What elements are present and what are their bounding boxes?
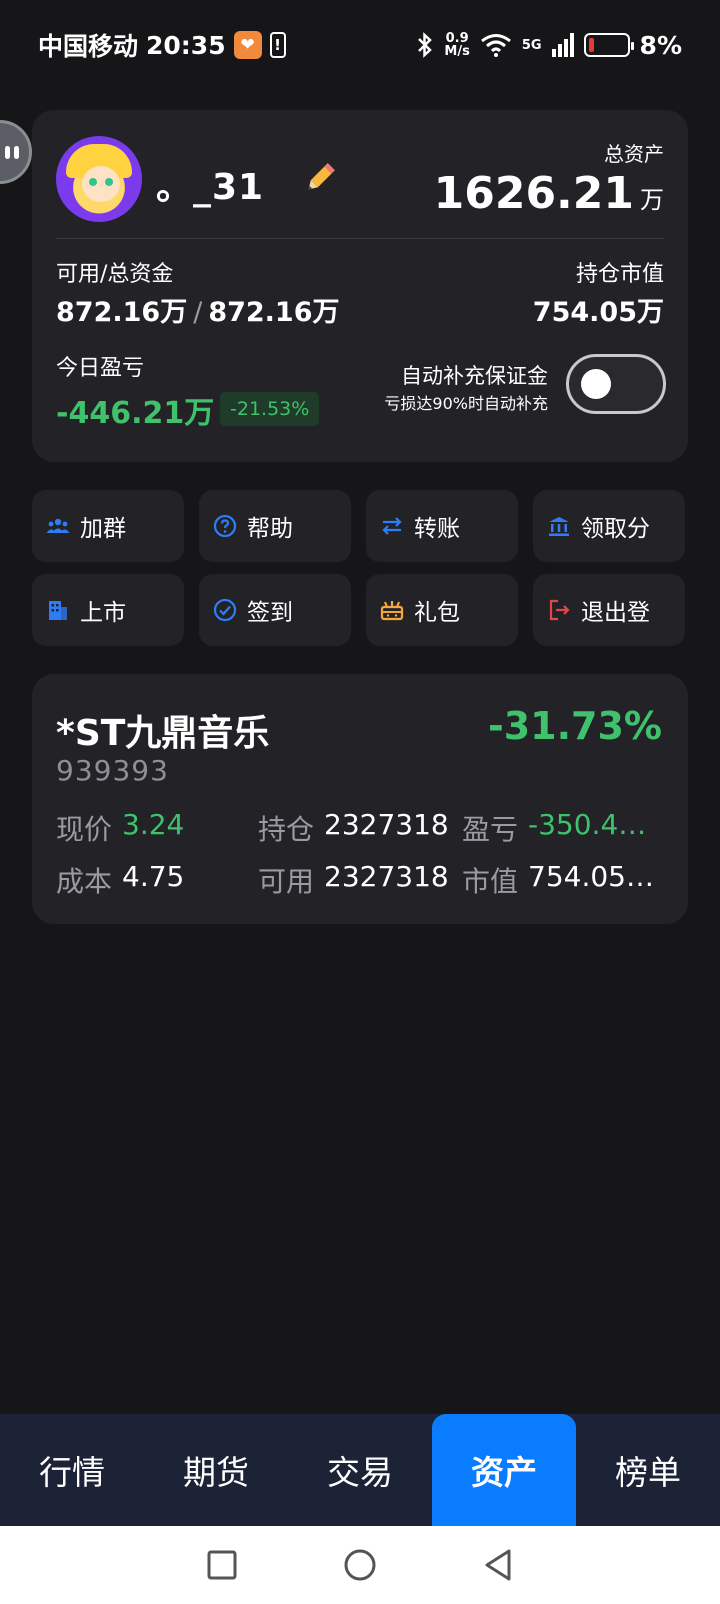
battery-percent: 8% [639,30,682,60]
holding-card[interactable]: *ST九鼎音乐 -31.73% 939393 现价 3.24 成本 4.75 持… [32,674,688,924]
go-public-label: 上市 [80,600,126,626]
available-field: 可用 2327318 [258,860,449,900]
total-assets-number: 1626.21 [433,168,634,219]
go-public-button[interactable]: 上市 [32,574,184,646]
claim-points-button[interactable]: 领取分 [533,490,685,562]
account-summary-card: 。_31 总资产 1626.21 万 可用/总资金 872.16万/872.16万… [32,110,688,462]
join-group-label: 加群 [80,516,126,542]
price-field: 现价 3.24 [56,808,184,848]
network-type: 5G [521,37,542,53]
status-right: 0.9 M/s 5G 8% [416,31,682,60]
heart-app-icon: ❤ [233,31,262,59]
tab-futures[interactable]: 期货 [144,1414,288,1526]
tab-leaderboard[interactable]: 榜单 [576,1414,720,1526]
divider [56,238,664,239]
net-speed-unit: M/s [444,44,470,59]
today-pnl-percent-badge: -21.53% [220,392,320,426]
cost-value: 4.75 [122,860,185,893]
signal-icon [551,33,574,57]
gift-pack-button[interactable]: 礼包 [366,574,518,646]
position-value-label: 持仓市值 [575,262,664,287]
pnl-value: -350.4… [528,808,647,841]
available-funds-label: 可用/总资金 [56,262,174,287]
pnl-field: 盈亏 -350.4… [462,808,646,848]
total-assets-value: 1626.21 万 [434,168,664,219]
avatar[interactable] [56,136,142,222]
sim-alert-icon: ! [269,32,286,58]
auto-margin-toggle[interactable] [566,354,666,414]
market-value: 754.05… [528,860,654,893]
position-value: 754.05万 [532,297,664,328]
help-icon [213,514,237,538]
price-label: 现价 [56,813,113,846]
check-in-button[interactable]: 签到 [199,574,351,646]
stock-change-percent: -31.73% [487,704,662,748]
today-pnl-value: -446.21万 [56,396,215,431]
logout-icon [549,599,570,621]
cost-label: 成本 [56,865,113,898]
cost-field: 成本 4.75 [56,860,184,900]
position-field: 持仓 2327318 [258,808,449,848]
available-value: 872.16万 [56,297,188,328]
help-button[interactable]: 帮助 [199,490,351,562]
join-group-button[interactable]: 加群 [32,490,184,562]
transfer-button[interactable]: 转账 [366,490,518,562]
status-bar: 中国移动 20:35 ❤ ! 0.9 M/s 5G 8% [0,0,720,90]
check-circle-icon [213,598,237,622]
status-left: 中国移动 20:35 ❤ ! [38,27,286,63]
pnl-label: 盈亏 [462,813,519,846]
bluetooth-icon [418,32,433,58]
tab-assets[interactable]: 资产 [432,1414,576,1526]
nickname: 。_31 [156,167,265,208]
auto-margin-label: 自动补充保证金 [401,364,548,388]
available-label: 可用 [258,865,315,898]
carrier-name: 中国移动 [38,32,139,61]
available-funds-value: 872.16万/872.16万 [56,290,340,329]
logout-button[interactable]: 退出登 [533,574,685,646]
tab-trade[interactable]: 交易 [288,1414,432,1526]
logout-label: 退出登 [581,600,650,626]
stock-name: *ST九鼎音乐 [56,713,270,754]
battery-icon [583,33,634,57]
gift-pack-label: 礼包 [414,600,460,626]
home-icon[interactable] [341,1546,379,1584]
position-quantity: 2327318 [324,808,449,841]
net-speed: 0.9 M/s [444,32,469,58]
market-value-field: 市值 754.05… [462,860,654,900]
total-assets-label: 总资产 [604,142,664,166]
funds-separator: / [193,297,203,328]
action-grid: 加群 帮助 转账 领取分 上市 签到 礼包 退出登 [32,490,688,646]
back-icon[interactable] [479,1546,517,1584]
toggle-knob [581,369,611,399]
tab-market[interactable]: 行情 [0,1414,144,1526]
recent-apps-icon[interactable] [203,1546,241,1584]
total-funds-value: 872.16万 [208,297,340,328]
edit-pencil-icon[interactable] [302,160,338,196]
available-quantity: 2327318 [324,860,449,893]
system-nav-bar [0,1526,720,1604]
auto-margin-sublabel: 亏损达90%时自动补充 [384,394,548,413]
claim-points-label: 领取分 [581,516,650,542]
bank-icon [549,517,569,536]
bottom-tab-bar: 行情 期货 交易 资产 榜单 [0,1414,720,1526]
stock-code: 939393 [56,754,169,787]
position-label: 持仓 [258,813,315,846]
wifi-icon [480,34,511,57]
today-pnl-label: 今日盈亏 [56,356,145,381]
help-label: 帮助 [247,516,293,542]
clock: 20:35 [146,30,226,60]
check-in-label: 签到 [247,600,293,626]
total-assets-unit: 万 [640,186,664,214]
transfer-icon [382,517,402,535]
market-value-label: 市值 [462,865,519,898]
price-value: 3.24 [122,808,185,841]
floating-assistant-button[interactable] [0,120,32,184]
group-icon [46,518,70,533]
building-icon [49,601,67,620]
gift-icon [380,601,404,621]
transfer-label: 转账 [414,516,460,542]
